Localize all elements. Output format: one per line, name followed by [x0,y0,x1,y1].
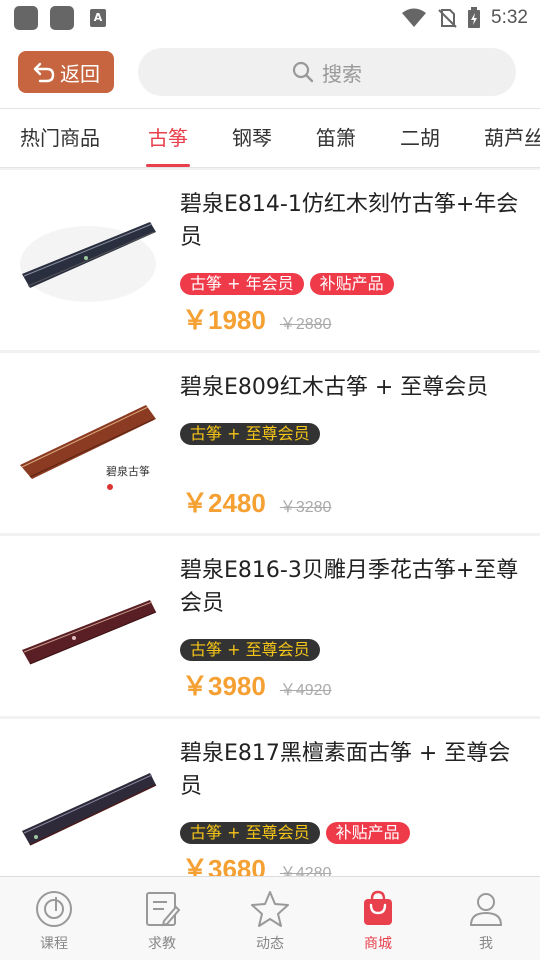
subsidy-tag: 补贴产品 [309,273,394,295]
product-title: 碧泉E816-3贝雕月季花古筝+至尊会员 [180,558,519,616]
nav-courses[interactable]: 课程 [0,877,108,960]
search-placeholder: 搜索 [322,61,362,86]
tab-hulusi[interactable]: 葫芦丝 [484,109,540,167]
original-price: ￥4920 [279,682,332,699]
app-notification-icon: A [90,9,106,27]
product-title: 碧泉E814-1仿红木刻竹古筝+年会员 [180,192,519,250]
price-row: ￥3980 ￥4920 [182,666,331,703]
disc-icon [36,891,72,927]
product-image: 碧泉古筝 [20,405,156,490]
nav-shop[interactable]: 商城 [324,877,432,960]
price: ￥2480 [182,488,266,518]
nav-label: 课程 [40,936,68,952]
nav-label: 商城 [364,936,392,952]
tab-hot[interactable]: 热门商品 [20,109,100,167]
back-label: 返回 [60,61,100,86]
search-bar[interactable]: 搜索 [138,48,516,96]
product-title: 碧泉E817黑檀素面古筝 + 至尊会员 [180,741,511,799]
price: ￥1980 [182,305,266,335]
product-tag: 古筝 + 至尊会员 [180,822,320,844]
svg-text:碧泉古筝: 碧泉古筝 [106,464,150,478]
clock: 5:32 [491,7,528,28]
product-tag: 古筝 + 至尊会员 [180,423,320,445]
status-bar: A 5:32 [0,0,540,36]
person-icon [469,893,503,926]
product-tags: 古筝 + 至尊会员 [180,423,320,445]
product-card[interactable]: 碧泉古筝 碧泉E809红木古筝 + 至尊会员 古筝 + 至尊会员 ￥2480 ￥… [0,353,540,533]
price-row: ￥1980 ￥2880 [182,300,331,337]
product-image [22,600,157,665]
tab-erhu[interactable]: 二胡 [400,109,440,167]
back-arrow-icon [33,62,55,83]
original-price: ￥3280 [279,499,332,516]
wifi-icon [402,8,427,27]
tab-piano[interactable]: 钢琴 [232,109,272,167]
active-tab-indicator [146,164,190,167]
product-tag: 古筝 + 年会员 [180,273,304,295]
back-button[interactable]: 返回 [18,51,114,93]
nav-label: 求教 [148,936,176,952]
nav-ask[interactable]: 求教 [108,877,216,960]
price-row: ￥2480 ￥3280 [182,483,331,520]
original-price: ￥2880 [279,316,332,333]
product-card[interactable]: 碧泉E814-1仿红木刻竹古筝+年会员 古筝 + 年会员 补贴产品 ￥1980 … [0,170,540,350]
category-tabs: 热门商品 古筝 钢琴 笛箫 二胡 葫芦丝 [0,108,540,168]
nav-label: 我 [479,936,493,952]
bottom-nav: 课程 求教 动态 商城 我 [0,876,540,960]
tab-guzheng[interactable]: 古筝 [148,109,188,167]
top-bar: 返回 搜索 [0,36,540,108]
notification-icon [50,6,74,30]
subsidy-tag: 补贴产品 [325,822,410,844]
nav-label: 动态 [256,936,284,952]
product-card[interactable]: 碧泉E817黑檀素面古筝 + 至尊会员 古筝 + 至尊会员 补贴产品 ￥3680… [0,719,540,899]
product-image [20,222,156,302]
product-image [22,773,157,846]
no-sim-icon [438,9,457,28]
product-tag: 古筝 + 至尊会员 [180,639,320,661]
notification-icon [14,6,38,30]
product-card[interactable]: 碧泉E816-3贝雕月季花古筝+至尊会员 古筝 + 至尊会员 ￥3980 ￥49… [0,536,540,716]
tab-flute[interactable]: 笛箫 [316,109,356,167]
edit-note-icon [146,892,181,927]
price: ￥3980 [182,671,266,701]
search-icon [292,61,314,83]
star-icon [251,891,289,927]
product-list: 碧泉E814-1仿红木刻竹古筝+年会员 古筝 + 年会员 补贴产品 ￥1980 … [0,170,540,902]
shopping-bag-icon [364,890,392,925]
nav-feed[interactable]: 动态 [216,877,324,960]
product-tags: 古筝 + 至尊会员 补贴产品 [180,822,410,844]
product-tags: 古筝 + 年会员 补贴产品 [180,273,394,295]
product-tags: 古筝 + 至尊会员 [180,639,320,661]
battery-icon [468,7,481,28]
product-title: 碧泉E809红木古筝 + 至尊会员 [180,375,489,400]
nav-profile[interactable]: 我 [432,877,540,960]
